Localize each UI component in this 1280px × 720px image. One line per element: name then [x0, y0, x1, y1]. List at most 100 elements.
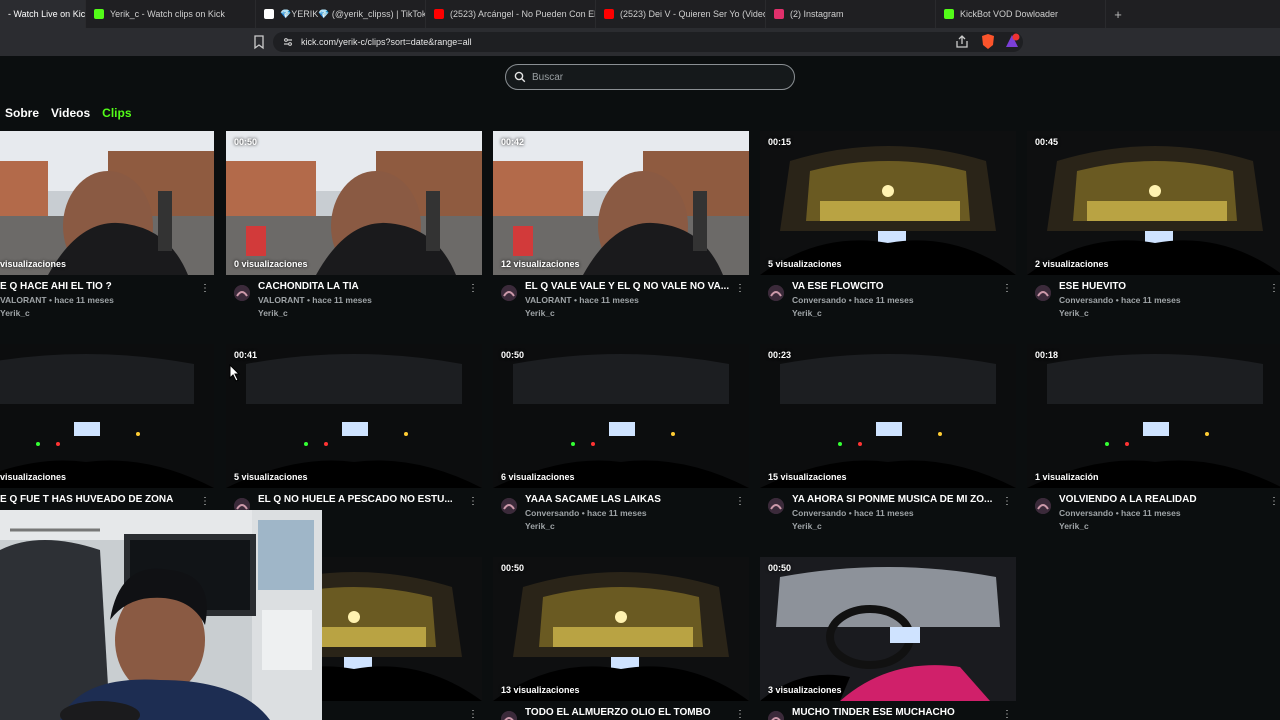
clip-author[interactable]: Yerik_c [1059, 308, 1089, 318]
separator-dot: • [846, 295, 855, 305]
browser-tab[interactable]: - Watch Live on Kick✕ [0, 0, 86, 28]
clip-author[interactable]: Yerik_c [792, 308, 822, 318]
avatar[interactable] [1035, 285, 1051, 301]
more-options-icon[interactable]: ⋮ [735, 283, 745, 294]
browser-tab[interactable]: KickBot VOD Dowloader [936, 0, 1106, 28]
clip-thumbnail[interactable]: 00:41 5 visualizaciones [226, 344, 482, 488]
more-options-icon[interactable]: ⋮ [735, 496, 745, 507]
clip-category[interactable]: Conversando [1059, 508, 1113, 518]
clip-category[interactable]: VALORANT [0, 295, 47, 305]
clip-category-age: Conversando • hace 11 meses [1059, 508, 1181, 518]
clip-views: 12 visualizaciones [501, 259, 580, 269]
avatar[interactable] [501, 498, 517, 514]
more-options-icon[interactable]: ⋮ [1002, 709, 1012, 720]
clip-age: hace 11 meses [854, 295, 914, 305]
clip-meta: ESE HUEVITO Conversando • hace 11 meses Ye… [1027, 281, 1280, 321]
browser-tab-bar: - Watch Live on Kick✕ Yerik_c - Watch cli… [0, 0, 1280, 28]
more-options-icon[interactable]: ⋮ [1269, 283, 1279, 294]
tab-about[interactable]: Sobre [5, 106, 39, 120]
avatar[interactable] [768, 498, 784, 514]
clip-title[interactable]: EL Q NO HUELE A PESCADO NO ESTU... [258, 494, 464, 505]
clip-title[interactable]: YAAA SACAME LAS LAIKAS [525, 494, 731, 505]
clip-author[interactable]: Yerik_c [525, 308, 555, 318]
browser-tab[interactable]: (2) Instagram [766, 0, 936, 28]
clip-title[interactable]: VOLVIENDO A LA REALIDAD [1059, 494, 1265, 505]
avatar[interactable] [501, 711, 517, 720]
clip-category-age: Conversando • hace 11 meses [792, 508, 914, 518]
mouse-cursor-icon [229, 364, 241, 382]
more-options-icon[interactable]: ⋮ [200, 496, 210, 507]
clip-title[interactable]: MUCHO TINDER ESE MUCHACHO [792, 707, 998, 718]
search-input[interactable]: Buscar [505, 64, 795, 90]
share-icon[interactable] [955, 35, 969, 49]
browser-tab[interactable]: (2523) Dei V - Quieren Ser Yo (Video [596, 0, 766, 28]
clip-title[interactable]: CACHONDITA LA TIA [258, 281, 464, 292]
avatar[interactable] [234, 285, 250, 301]
avatar[interactable] [1035, 498, 1051, 514]
more-options-icon[interactable]: ⋮ [1002, 496, 1012, 507]
clip-views: 0 visualizaciones [234, 259, 308, 269]
clip-age: hace 11 meses [1121, 508, 1181, 518]
more-options-icon[interactable]: ⋮ [468, 709, 478, 720]
clip-thumbnail[interactable]: 00:15 5 visualizaciones [760, 131, 1016, 275]
clip-author[interactable]: Yerik_c [1059, 521, 1089, 531]
clip-age: hace 11 meses [1121, 295, 1181, 305]
clip-author[interactable]: Yerik_c [525, 521, 555, 531]
tab-favicon-icon [434, 9, 444, 19]
clip-title[interactable]: E Q FUE T HAS HUVEADO DE ZONA [0, 494, 206, 505]
clip-title[interactable]: EL Q VALE VALE Y EL Q NO VALE NO VA... [525, 281, 731, 292]
clip-category[interactable]: Conversando [1059, 295, 1113, 305]
browser-tab[interactable]: (2523) Arcángel - No Pueden Con El [426, 0, 596, 28]
clip-thumbnail[interactable]: 00:50 13 visualizaciones [493, 557, 749, 701]
tab-videos[interactable]: Videos [51, 106, 90, 120]
more-options-icon[interactable]: ⋮ [468, 496, 478, 507]
more-options-icon[interactable]: ⋮ [468, 283, 478, 294]
url-field[interactable]: kick.com/yerik-c/clips?sort=date&range=a… [273, 32, 1023, 52]
clip-category[interactable]: Conversando [525, 508, 579, 518]
browser-tab[interactable]: 💎YERIK💎 (@yerik_clipss) | TikTok [256, 0, 426, 28]
tab-favicon-icon [944, 9, 954, 19]
more-options-icon[interactable]: ⋮ [1269, 496, 1279, 507]
search-placeholder: Buscar [532, 71, 564, 83]
clip-age: hace 11 meses [54, 295, 114, 305]
tab-favicon-icon [604, 9, 614, 19]
clip-title[interactable]: ESE HUEVITO [1059, 281, 1265, 292]
clip-category[interactable]: Conversando [792, 508, 846, 518]
avatar[interactable] [768, 711, 784, 720]
more-options-icon[interactable]: ⋮ [1002, 283, 1012, 294]
clip-thumbnail[interactable]: 00:50 3 visualizaciones [760, 557, 1016, 701]
clip-thumbnail[interactable]: 00:45 2 visualizaciones [1027, 131, 1280, 275]
more-options-icon[interactable]: ⋮ [735, 709, 745, 720]
clip-title[interactable]: E Q HACE AHI EL TÍO ? [0, 281, 206, 292]
clip-title[interactable]: TODO EL ALMUERZO OLIO EL TOMBO [525, 707, 731, 718]
more-options-icon[interactable]: ⋮ [200, 283, 210, 294]
clip-thumbnail[interactable]: visualizaciones [0, 131, 214, 275]
clip-thumbnail[interactable]: 00:23 15 visualizaciones [760, 344, 1016, 488]
clip-category[interactable]: VALORANT [258, 295, 305, 305]
clip-author[interactable]: Yerik_c [0, 308, 30, 318]
clip-title[interactable]: VA ESE FLOWCITO [792, 281, 998, 292]
clip-thumbnail[interactable]: 00:50 6 visualizaciones [493, 344, 749, 488]
clip-title[interactable]: YA AHORA SI PONME MUSICA DE MI ZO... [792, 494, 998, 505]
brave-rewards-icon[interactable] [1004, 33, 1020, 49]
clip-author[interactable]: Yerik_c [258, 308, 288, 318]
clip-thumbnail[interactable]: 00:42 12 visualizaciones [493, 131, 749, 275]
tab-clips[interactable]: Clips [102, 106, 131, 120]
tab-title: (2523) Arcángel - No Pueden Con El [450, 9, 596, 19]
clip-thumbnail[interactable]: 00:18 1 visualización [1027, 344, 1280, 488]
bookmark-icon[interactable] [252, 34, 266, 50]
clip-thumbnail[interactable]: 00:50 0 visualizaciones [226, 131, 482, 275]
new-tab-button[interactable]: + [1106, 7, 1130, 22]
clip-author[interactable]: Yerik_c [792, 521, 822, 531]
browser-tab[interactable]: Yerik_c - Watch clips on Kick [86, 0, 256, 28]
clip-thumbnail[interactable]: visualizaciones [0, 344, 214, 488]
clip-category[interactable]: Conversando [792, 295, 846, 305]
brave-shields-icon[interactable] [981, 33, 995, 50]
clip-views: visualizaciones [0, 259, 67, 269]
clip-views: 6 visualizaciones [501, 472, 575, 482]
avatar[interactable] [501, 285, 517, 301]
clip-category[interactable]: VALORANT [525, 295, 572, 305]
avatar[interactable] [768, 285, 784, 301]
clip-category-age: VALORANT • hace 11 meses [525, 295, 639, 305]
site-info-icon[interactable] [283, 37, 293, 47]
